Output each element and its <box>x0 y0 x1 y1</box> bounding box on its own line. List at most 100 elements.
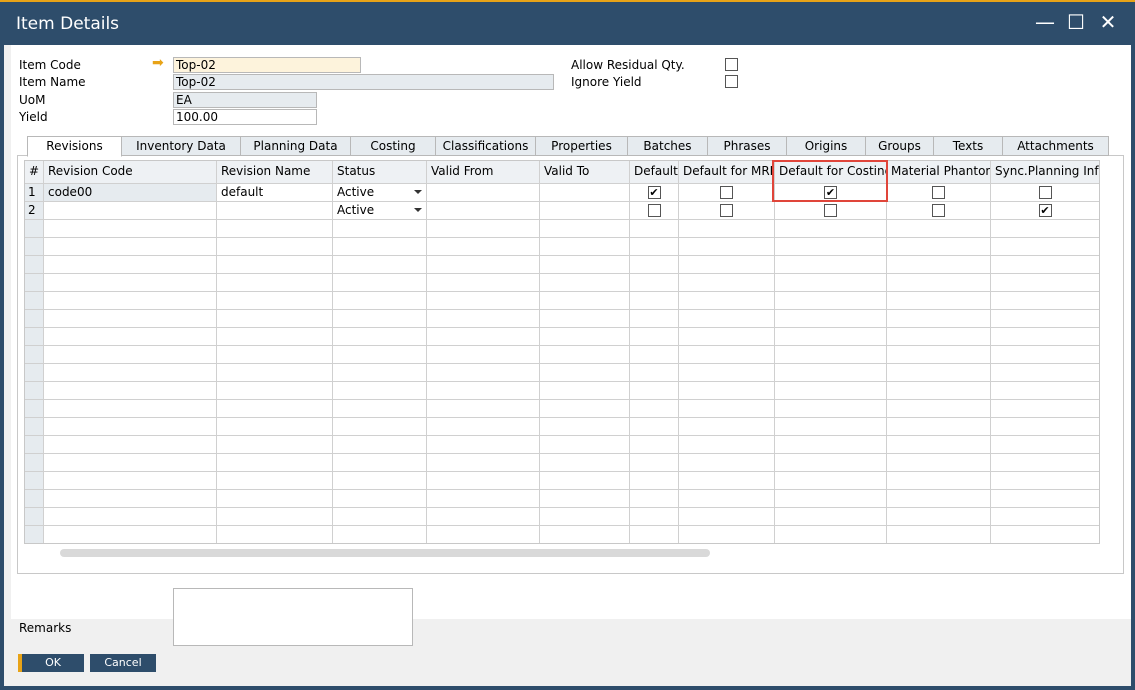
grid-cell-valid-from[interactable] <box>427 274 540 292</box>
grid-cell-material-phantom[interactable] <box>887 472 991 490</box>
grid-cell-material-phantom[interactable] <box>887 382 991 400</box>
grid-cell-code[interactable] <box>44 220 217 238</box>
grid-cell-default-mrp[interactable] <box>679 220 775 238</box>
grid-cell-material-phantom[interactable] <box>887 310 991 328</box>
grid-cell-valid-from[interactable] <box>427 526 540 543</box>
grid-cell-valid-from[interactable] <box>427 310 540 328</box>
grid-cell-status[interactable]: Active <box>333 184 427 202</box>
grid-cell-code[interactable] <box>44 328 217 346</box>
grid-cell-default[interactable] <box>630 202 679 220</box>
grid-cell-valid-to[interactable] <box>540 382 630 400</box>
grid-cell-code[interactable] <box>44 292 217 310</box>
dropdown-arrow-icon[interactable] <box>414 208 422 212</box>
grid-cell-sync-planning[interactable] <box>991 220 1099 238</box>
grid-cell-default[interactable] <box>630 436 679 454</box>
grid-cell-default[interactable] <box>630 472 679 490</box>
grid-cell-valid-to[interactable] <box>540 454 630 472</box>
grid-cell-default-mrp[interactable] <box>679 256 775 274</box>
grid-cell-default-mrp[interactable] <box>679 382 775 400</box>
grid-cell-name[interactable] <box>217 238 333 256</box>
grid-cell-code[interactable] <box>44 346 217 364</box>
grid-cell-status[interactable]: Active <box>333 202 427 220</box>
grid-cell-name[interactable] <box>217 400 333 418</box>
grid-cell-default-costing[interactable] <box>775 400 887 418</box>
grid-cell-material-phantom[interactable] <box>887 256 991 274</box>
minimize-button[interactable]: — <box>1033 10 1057 34</box>
grid-cell-default-mrp[interactable] <box>679 490 775 508</box>
grid-cell-valid-to[interactable] <box>540 364 630 382</box>
grid-cell-sync-planning[interactable] <box>991 454 1099 472</box>
grid-cell-default-mrp[interactable] <box>679 418 775 436</box>
grid-cell-valid-to[interactable] <box>540 220 630 238</box>
grid-cell-material-phantom[interactable] <box>887 454 991 472</box>
grid-cell-sync-planning[interactable] <box>991 238 1099 256</box>
column-header[interactable]: Status <box>333 161 427 184</box>
grid-cell-sync-planning[interactable] <box>991 346 1099 364</box>
grid-cell-name[interactable] <box>217 418 333 436</box>
grid-cell-default[interactable] <box>630 364 679 382</box>
grid-cell-status[interactable] <box>333 436 427 454</box>
grid-cell-code[interactable] <box>44 382 217 400</box>
grid-cell-valid-from[interactable] <box>427 436 540 454</box>
grid-cell-sync-planning[interactable] <box>991 328 1099 346</box>
grid-cell-valid-to[interactable] <box>540 436 630 454</box>
grid-cell-default-costing[interactable] <box>775 238 887 256</box>
sync-planning-checkbox[interactable] <box>1038 186 1052 199</box>
grid-cell-name[interactable] <box>217 364 333 382</box>
grid-cell-material-phantom[interactable] <box>887 400 991 418</box>
grid-cell-name[interactable] <box>217 526 333 543</box>
default-checkbox[interactable]: ✔ <box>647 186 661 199</box>
grid-cell-default[interactable] <box>630 292 679 310</box>
grid-cell-valid-from[interactable] <box>427 490 540 508</box>
grid-cell-sync-planning[interactable] <box>991 382 1099 400</box>
grid-cell-code[interactable] <box>44 508 217 526</box>
grid-cell-default[interactable] <box>630 328 679 346</box>
grid-cell-sync-planning[interactable] <box>991 472 1099 490</box>
grid-cell-default-mrp[interactable] <box>679 328 775 346</box>
grid-cell-material-phantom[interactable] <box>887 418 991 436</box>
tab-groups[interactable]: Groups <box>865 136 934 156</box>
grid-cell-default[interactable] <box>630 400 679 418</box>
grid-cell-sync-planning[interactable] <box>991 436 1099 454</box>
column-header[interactable]: Revision Code <box>44 161 217 184</box>
grid-cell-default[interactable] <box>630 310 679 328</box>
grid-cell-default-costing[interactable] <box>775 256 887 274</box>
default-costing-checkbox[interactable] <box>824 204 837 217</box>
grid-cell-default-costing[interactable] <box>775 364 887 382</box>
grid-cell-sync-planning[interactable] <box>991 526 1099 543</box>
tab-revisions[interactable]: Revisions <box>27 136 122 157</box>
grid-cell-valid-from[interactable] <box>427 508 540 526</box>
grid-cell-code[interactable] <box>44 400 217 418</box>
grid-cell-default-mrp[interactable] <box>679 400 775 418</box>
grid-cell-sync-planning[interactable] <box>991 310 1099 328</box>
grid-cell-valid-to[interactable] <box>540 418 630 436</box>
tab-inventory-data[interactable]: Inventory Data <box>121 136 241 156</box>
grid-cell-status[interactable] <box>333 472 427 490</box>
grid-cell-name[interactable] <box>217 508 333 526</box>
grid-cell-name[interactable] <box>217 346 333 364</box>
grid-cell-default[interactable] <box>630 454 679 472</box>
grid-cell-default-costing[interactable] <box>775 508 887 526</box>
grid-cell-name[interactable] <box>217 382 333 400</box>
grid-cell-default[interactable] <box>630 382 679 400</box>
grid-cell-default-mrp[interactable] <box>679 454 775 472</box>
grid-cell-default-costing[interactable] <box>775 274 887 292</box>
grid-cell-default[interactable] <box>630 346 679 364</box>
column-header[interactable]: Revision Name <box>217 161 333 184</box>
grid-cell-default[interactable]: ✔ <box>630 184 679 202</box>
grid-cell-default-costing[interactable] <box>775 328 887 346</box>
grid-cell-sync-planning[interactable] <box>991 490 1099 508</box>
grid-cell-code[interactable] <box>44 526 217 543</box>
grid-cell-valid-to[interactable] <box>540 472 630 490</box>
grid-cell-code[interactable]: code00 <box>44 184 217 202</box>
tab-origins[interactable]: Origins <box>786 136 866 156</box>
grid-cell-material-phantom[interactable] <box>887 220 991 238</box>
grid-cell-default-costing[interactable] <box>775 202 887 220</box>
grid-cell-material-phantom[interactable] <box>887 346 991 364</box>
grid-cell-default-mrp[interactable] <box>679 436 775 454</box>
grid-cell-valid-to[interactable] <box>540 526 630 543</box>
column-header[interactable]: # <box>25 161 44 184</box>
close-button[interactable]: ✕ <box>1096 10 1120 34</box>
grid-cell-status[interactable] <box>333 490 427 508</box>
grid-cell-sync-planning[interactable] <box>991 508 1099 526</box>
